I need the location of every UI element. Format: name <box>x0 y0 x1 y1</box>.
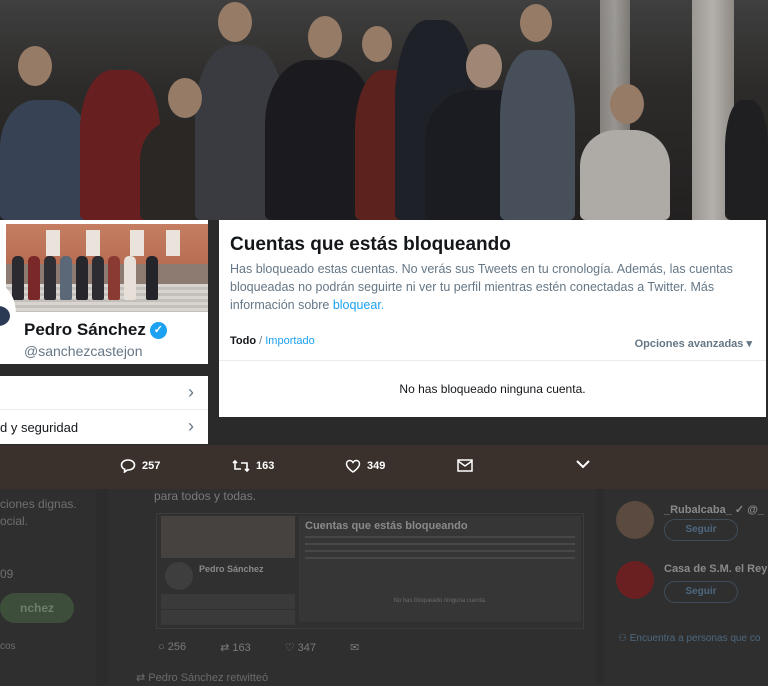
retweeted-by-dimmed: ⇄ Pedro Sánchez retwitteó <box>136 672 269 684</box>
filter-tabs: Todo / Importado <box>230 335 315 347</box>
divider <box>219 360 766 361</box>
avatar <box>616 501 654 539</box>
page-title: Cuentas que estás bloqueando <box>230 234 511 255</box>
reply-button[interactable]: 257 <box>120 459 160 473</box>
profile-handle[interactable]: @sanchezcastejon <box>24 343 143 359</box>
header-photo <box>0 0 768 220</box>
retweet-button[interactable]: 163 <box>232 459 274 473</box>
blocked-accounts-panel: Cuentas que estás bloqueando Has bloquea… <box>219 220 766 417</box>
profile-name[interactable]: Pedro Sánchez ✓ <box>24 320 167 340</box>
profile-banner-image <box>6 224 208 312</box>
chevron-right-icon: › <box>188 382 194 402</box>
find-people-link-dimmed: ⚇ Encuentra a personas que co <box>618 633 761 644</box>
menu-item-label: d y seguridad <box>0 420 79 435</box>
tweet-stats-dimmed: ○ 256 ⇄ 163 ♡ 347 ✉ <box>158 641 360 654</box>
settings-menu-item[interactable]: › <box>0 376 208 410</box>
retweet-icon <box>232 459 250 473</box>
tweet-dimmed: para todos y todas. Pedro Sánchez Cuenta… <box>108 489 596 686</box>
tab-imported[interactable]: Importado <box>265 335 315 347</box>
profile-card[interactable]: Pedro Sánchez ✓ @sanchezcastejon <box>0 220 208 364</box>
chevron-right-icon: › <box>188 416 194 436</box>
filter-separator: / <box>259 335 263 347</box>
tab-all[interactable]: Todo <box>230 335 256 347</box>
heart-icon <box>345 459 361 473</box>
follow-button-dimmed: Seguir <box>664 519 738 541</box>
reply-icon <box>120 459 136 473</box>
avatar <box>616 561 654 599</box>
screenshot-root: Pedro Sánchez ✓ @sanchezcastejon › d y s… <box>0 0 768 686</box>
settings-menu-item-privacy[interactable]: d y seguridad › <box>0 410 208 444</box>
more-options-button[interactable] <box>576 459 590 469</box>
settings-menu: › d y seguridad › <box>0 376 208 444</box>
direct-message-button[interactable] <box>457 459 473 472</box>
advanced-options-button[interactable]: Opciones avanzadas ▾ <box>635 337 752 350</box>
like-button[interactable]: 349 <box>345 459 385 473</box>
empty-state-message: No has bloqueado ninguna cuenta. <box>399 382 586 396</box>
learn-more-link[interactable]: bloquear. <box>333 298 384 312</box>
caret-down-icon: ▾ <box>746 338 752 350</box>
follow-button-dimmed: Seguir <box>664 581 738 603</box>
who-to-follow-dimmed: _Rubalcaba_ ✓ @_ Seguir Casa de S.M. el … <box>604 489 768 686</box>
panel-description: Has bloqueado estas cuentas. No verás su… <box>230 262 733 312</box>
left-sidebar-dimmed: ciones dignas. ocial. 09 nchez cos <box>0 489 96 686</box>
dimmed-timeline: ciones dignas. ocial. 09 nchez cos para … <box>0 489 768 686</box>
verified-badge-icon: ✓ <box>149 321 167 339</box>
envelope-icon <box>457 459 473 472</box>
chevron-down-icon <box>576 460 590 469</box>
tweet-action-bar: 257 163 349 <box>0 445 768 489</box>
embedded-screenshot-dimmed: Pedro Sánchez Cuentas que estás bloquean… <box>156 513 584 629</box>
follow-button-dimmed: nchez <box>0 593 74 623</box>
